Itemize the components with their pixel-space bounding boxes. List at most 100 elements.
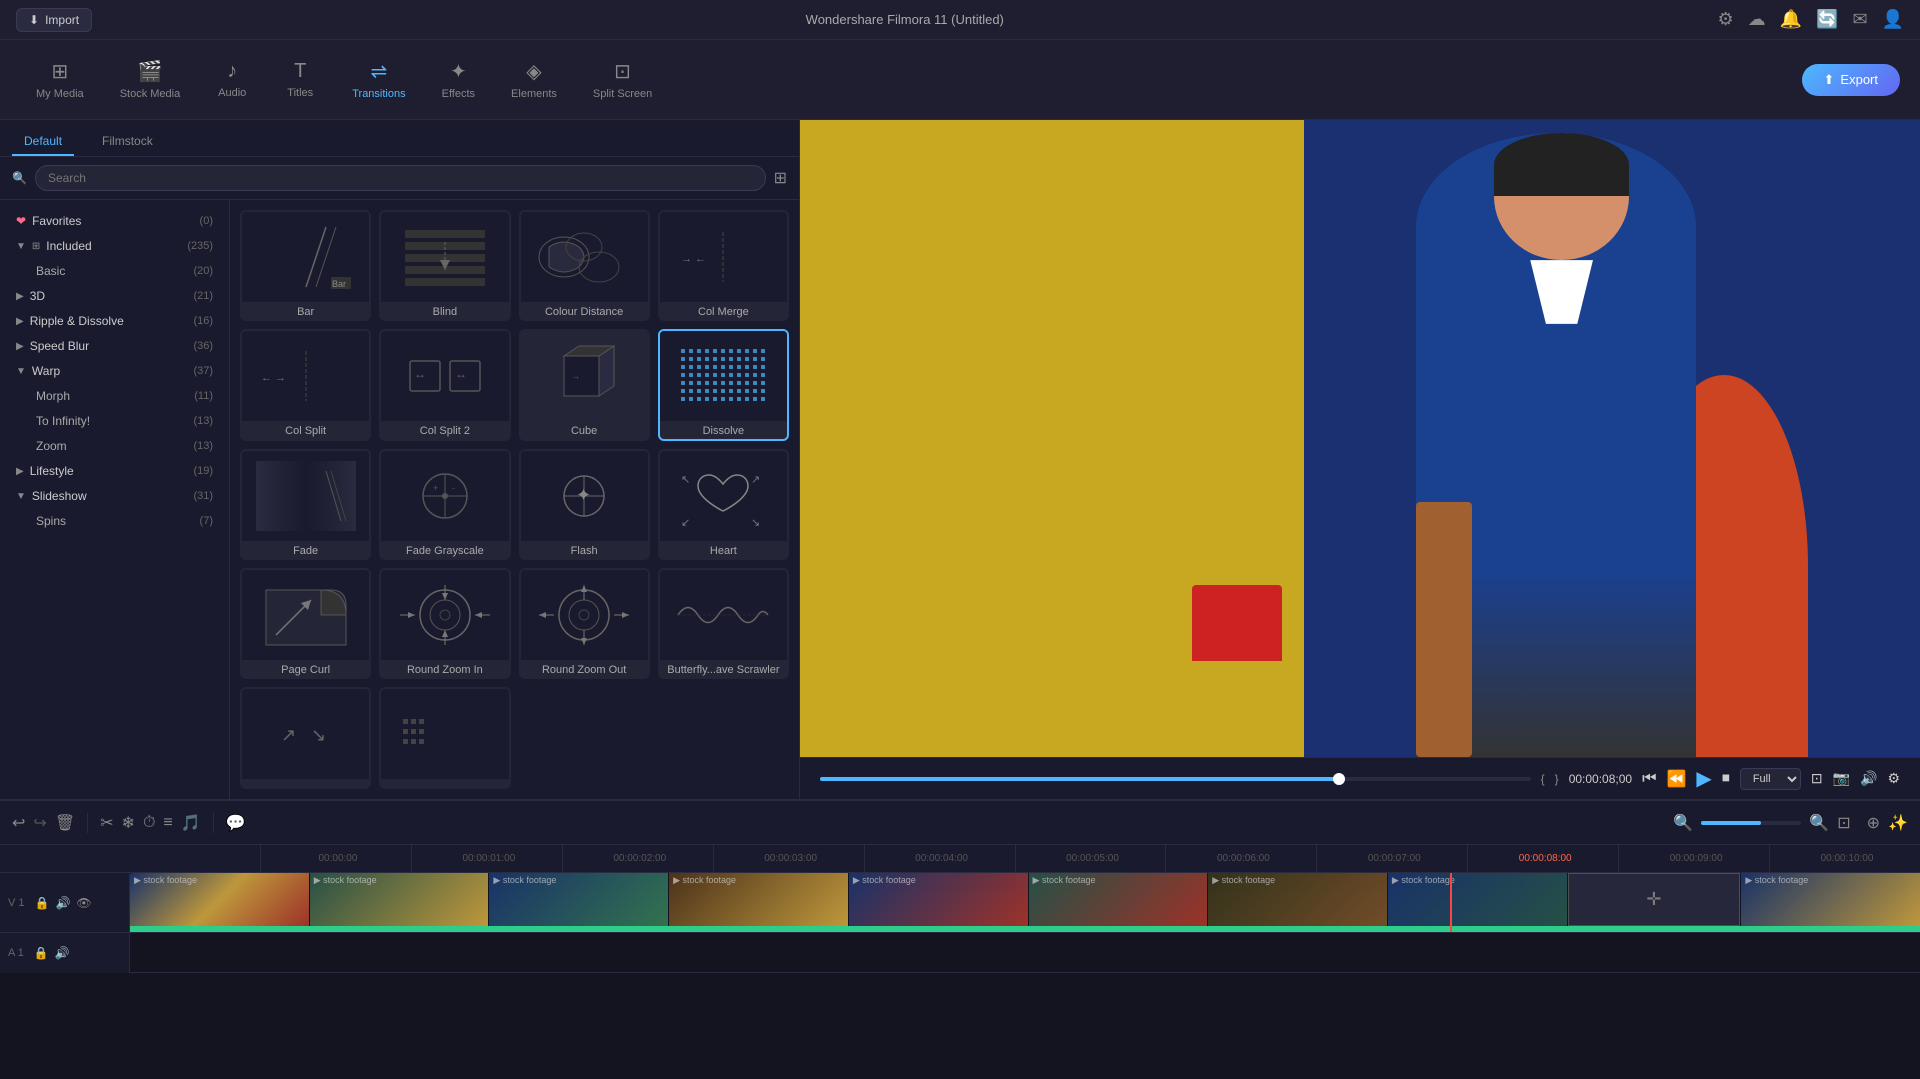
transition-card-dissolve[interactable]: Dissolve bbox=[658, 329, 789, 440]
sidebar-item-to-infinity[interactable]: To Infinity! (13) bbox=[4, 409, 225, 433]
audio-edit-button[interactable]: 🎵 bbox=[181, 813, 201, 833]
toolbar-item-titles[interactable]: T Titles bbox=[268, 52, 332, 107]
stop-button[interactable]: ⏹ bbox=[1722, 770, 1730, 788]
time-bracket-close: } bbox=[1555, 772, 1559, 786]
transition-thumb-round-zoom-in bbox=[381, 570, 508, 660]
tab-default[interactable]: Default bbox=[12, 128, 74, 156]
track-controls-audio: A 1 🔒 🔊 bbox=[0, 933, 130, 973]
speed-button[interactable]: ⏱ bbox=[143, 814, 155, 832]
toolbar-item-my-media[interactable]: ⊞ My Media bbox=[20, 51, 100, 108]
audio-mute-button[interactable]: 🔊 bbox=[55, 946, 70, 960]
redo-button[interactable]: ↪ bbox=[33, 813, 46, 833]
toolbar-item-transitions[interactable]: ⇌ Transitions bbox=[336, 51, 421, 108]
sidebar-item-slideshow[interactable]: ▼ Slideshow (31) bbox=[4, 484, 225, 508]
sidebar-item-speed-blur[interactable]: ▶ Speed Blur (36) bbox=[4, 334, 225, 358]
cut-button[interactable]: ✂ bbox=[100, 813, 113, 833]
transition-thumb-butterfly-scrawler bbox=[660, 570, 787, 660]
mail-icon[interactable]: ✉ bbox=[1852, 9, 1867, 30]
ruler-mark-4: 00:00:04:00 bbox=[864, 845, 1015, 873]
transition-card-col-split-2[interactable]: ↔ ↔ Col Split 2 bbox=[379, 329, 510, 440]
sidebar-item-spins[interactable]: Spins (7) bbox=[4, 509, 225, 533]
add-track-button[interactable]: ⊕ bbox=[1867, 813, 1880, 833]
sidebar-item-favorites[interactable]: ❤ Favorites (0) bbox=[4, 209, 225, 233]
transition-name-col-merge: Col Merge bbox=[660, 302, 787, 321]
collapse-warp-icon: ▼ bbox=[16, 366, 26, 377]
search-input[interactable] bbox=[35, 165, 766, 191]
sidebar-item-basic[interactable]: Basic (20) bbox=[4, 259, 225, 283]
zoom-slider[interactable] bbox=[1701, 821, 1801, 825]
video-track: V 1 🔒 🔊 👁 ▶ stock footage bbox=[0, 873, 1920, 933]
tab-filmstock[interactable]: Filmstock bbox=[90, 128, 165, 156]
import-button[interactable]: ⬇ Import bbox=[16, 8, 92, 32]
progress-bar[interactable] bbox=[820, 777, 1531, 781]
transition-card-round-zoom-out[interactable]: Round Zoom Out bbox=[519, 568, 650, 679]
volume-button[interactable]: 🔊 bbox=[1860, 770, 1877, 787]
crop-button[interactable]: ⊡ bbox=[1811, 770, 1823, 787]
fit-button[interactable]: ⊡ bbox=[1837, 813, 1850, 833]
transition-card-page-curl[interactable]: Page Curl bbox=[240, 568, 371, 679]
notification-icon[interactable]: 🔔 bbox=[1780, 9, 1802, 30]
transition-card-more1[interactable]: ↗ ↘ bbox=[240, 687, 371, 789]
sidebar-item-3d[interactable]: ▶ 3D (21) bbox=[4, 284, 225, 308]
delete-button[interactable]: 🗑 bbox=[55, 813, 75, 833]
skip-back-button[interactable]: ⏮ bbox=[1642, 770, 1656, 788]
transition-card-more2[interactable] bbox=[379, 687, 510, 789]
expand-3d-icon: ▶ bbox=[16, 291, 24, 302]
cloud-icon[interactable]: ☁ bbox=[1748, 9, 1766, 30]
transition-card-flash[interactable]: ✦ Flash bbox=[519, 449, 650, 560]
zoom-out-button[interactable]: 🔍 bbox=[1673, 813, 1693, 833]
transition-card-fade[interactable]: Fade bbox=[240, 449, 371, 560]
zoom-in-button[interactable]: 🔍 bbox=[1809, 813, 1829, 833]
settings-icon[interactable]: ⚙ bbox=[1717, 9, 1733, 30]
sidebar-item-warp[interactable]: ▼ Warp (37) bbox=[4, 359, 225, 383]
step-back-button[interactable]: ⏪ bbox=[1667, 769, 1687, 789]
subtitle-button[interactable]: 💬 bbox=[226, 813, 246, 833]
transition-card-bar[interactable]: Bar Bar bbox=[240, 210, 371, 321]
transition-card-fade-grayscale[interactable]: + - Fade Grayscale bbox=[379, 449, 510, 560]
transition-card-butterfly-scrawler[interactable]: Butterfly...ave Scrawler bbox=[658, 568, 789, 679]
undo-button[interactable]: ↩ bbox=[12, 813, 25, 833]
color-button[interactable]: ≡ bbox=[163, 814, 172, 832]
sidebar-slideshow-label: Slideshow bbox=[32, 489, 190, 503]
audio-lock-button[interactable]: 🔒 bbox=[34, 946, 49, 960]
transition-thumb-more2 bbox=[381, 689, 508, 779]
sidebar-item-lifestyle[interactable]: ▶ Lifestyle (19) bbox=[4, 459, 225, 483]
toolbar-item-audio[interactable]: ♪ Audio bbox=[200, 52, 264, 107]
transition-name-fade-grayscale: Fade Grayscale bbox=[381, 541, 508, 560]
progress-handle[interactable] bbox=[1333, 773, 1345, 785]
transition-card-blind[interactable]: Blind bbox=[379, 210, 510, 321]
play-button[interactable]: ▶ bbox=[1696, 766, 1711, 791]
toolbar-item-stock-media[interactable]: 🎬 Stock Media bbox=[104, 51, 197, 108]
transition-card-col-split[interactable]: ← → Col Split bbox=[240, 329, 371, 440]
transition-card-colour-distance[interactable]: Colour Distance bbox=[519, 210, 650, 321]
sidebar-item-ripple[interactable]: ▶ Ripple & Dissolve (16) bbox=[4, 309, 225, 333]
video-lock-button[interactable]: 🔒 bbox=[35, 896, 50, 910]
export-button[interactable]: ⬆ Export bbox=[1802, 64, 1900, 96]
toolbar-item-effects[interactable]: ✦ Effects bbox=[426, 51, 491, 108]
expand-lifestyle-icon: ▶ bbox=[16, 466, 24, 477]
sidebar-item-morph[interactable]: Morph (11) bbox=[4, 384, 225, 408]
transition-card-cube[interactable]: → Cube bbox=[519, 329, 650, 440]
sidebar-item-zoom[interactable]: Zoom (13) bbox=[4, 434, 225, 458]
ruler-mark-10: 00:00:10:00 bbox=[1769, 845, 1920, 873]
video-eye-button[interactable]: 👁 bbox=[76, 896, 91, 910]
magic-button[interactable]: ✨ bbox=[1888, 813, 1908, 833]
freeze-button[interactable]: ❄ bbox=[122, 813, 135, 833]
sync-icon[interactable]: 🔄 bbox=[1816, 9, 1838, 30]
zoom-select[interactable]: Full 50% 75% bbox=[1740, 768, 1801, 790]
toolbar-item-elements[interactable]: ◈ Elements bbox=[495, 51, 573, 108]
sidebar-item-included[interactable]: ▼ ⊞ Included (235) bbox=[4, 234, 225, 258]
grid-view-icon[interactable]: ⊞ bbox=[774, 168, 787, 188]
toolbar-item-split-screen[interactable]: ⊡ Split Screen bbox=[577, 51, 668, 108]
settings-playback-button[interactable]: ⚙ bbox=[1887, 770, 1900, 787]
snapshot-button[interactable]: 📷 bbox=[1833, 770, 1850, 787]
transition-card-round-zoom-in[interactable]: Round Zoom In bbox=[379, 568, 510, 679]
sidebar-ripple-count: (16) bbox=[193, 315, 213, 327]
transition-card-heart[interactable]: ↖ ↗ ↙ ↘ Heart bbox=[658, 449, 789, 560]
user-icon[interactable]: 👤 bbox=[1882, 9, 1904, 30]
search-icon: 🔍 bbox=[12, 171, 27, 185]
svg-text:-: - bbox=[452, 483, 455, 493]
top-bar-icons: ⚙ ☁ 🔔 🔄 ✉ 👤 bbox=[1717, 9, 1904, 30]
transition-card-col-merge[interactable]: → ← Col Merge bbox=[658, 210, 789, 321]
video-mute-button[interactable]: 🔊 bbox=[55, 896, 70, 910]
